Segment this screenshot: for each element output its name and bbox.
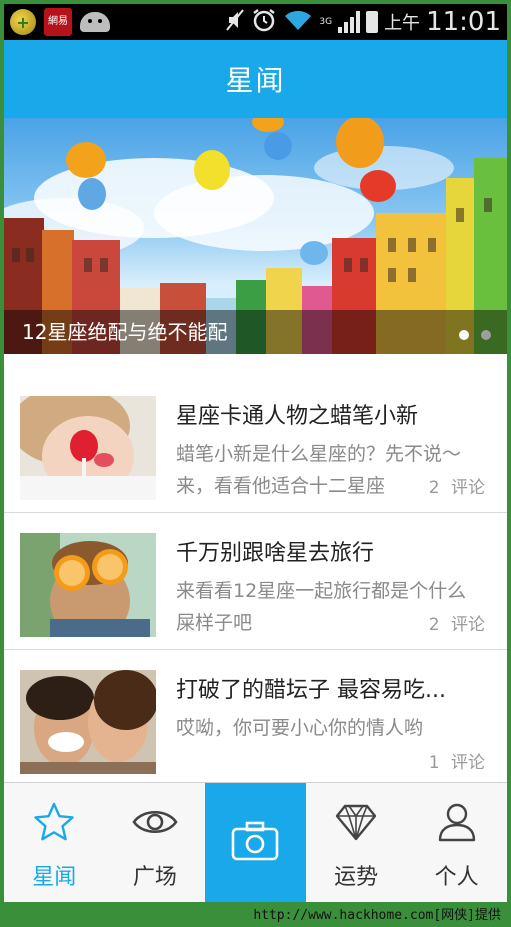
list-item[interactable]: 千万别跟啥星去旅行 来看看12星座一起旅行都是个什么屎样子吧 2 评论 (4, 513, 507, 650)
carousel-indicators (459, 330, 491, 340)
phone-screen: + 網易 3G 上午 11:01 星闻 12星座绝配与绝不能配 星座卡通人物之蜡… (4, 4, 507, 902)
tab-label: 广场 (132, 865, 177, 890)
eye-icon (131, 801, 179, 847)
wifi-icon (283, 8, 313, 37)
watermark-bar: http://www.hackhome.com[网侠]提供 (0, 902, 511, 927)
carousel-dot (481, 330, 491, 340)
article-thumbnail (20, 670, 156, 774)
comment-count: 2 评论 (428, 615, 485, 635)
banner-caption: 12星座绝配与绝不能配 (4, 310, 507, 354)
comment-count: 1 评论 (428, 753, 485, 773)
app-header: 星闻 (4, 40, 507, 118)
article-title: 打破了的醋坛子 最容易吃... (176, 678, 446, 703)
clock: 11:01 (426, 7, 501, 37)
status-bar: + 網易 3G 上午 11:01 (4, 4, 507, 40)
article-thumbnail (20, 396, 156, 500)
battery-icon (366, 11, 379, 33)
article-thumbnail (20, 533, 156, 637)
article-list: 星座卡通人物之蜡笔小新 蜡笔小新是什么星座的？先不说～来，看看他适合十二星座 2… (4, 376, 507, 787)
comment-count: 2 评论 (428, 478, 485, 498)
tab-label: 星闻 (32, 865, 77, 890)
person-icon (436, 801, 478, 847)
article-title: 星座卡通人物之蜡笔小新 (176, 404, 419, 429)
tab-label: 运势 (334, 865, 379, 890)
star-icon (33, 801, 75, 847)
diamond-icon (335, 801, 377, 847)
page-title: 星闻 (225, 64, 286, 97)
list-item[interactable]: 星座卡通人物之蜡笔小新 蜡笔小新是什么星座的？先不说～来，看看他适合十二星座 2… (4, 376, 507, 513)
watermark-text: http://www.hackhome.com[网侠]提供 (253, 908, 501, 923)
alarm-icon (251, 7, 277, 38)
tab-fortune[interactable]: 运势 (306, 783, 407, 902)
list-item[interactable]: 打破了的醋坛子 最容易吃... 哎呦，你可要小心你的情人哟 1 评论 (4, 650, 507, 787)
bottom-tab-bar: 星闻 广场 运势 个人 (4, 782, 507, 902)
tab-label: 个人 (434, 865, 479, 890)
signal-icon (338, 11, 361, 33)
carousel-dot (459, 330, 469, 340)
android-icon (80, 12, 110, 32)
mute-icon (225, 8, 245, 37)
tab-profile[interactable]: 个人 (406, 783, 507, 902)
network-type: 3G (319, 16, 333, 27)
netease-icon: 網易 (44, 8, 72, 36)
tab-square[interactable]: 广场 (105, 783, 206, 902)
camera-icon (230, 820, 280, 866)
camera-button[interactable] (205, 783, 306, 902)
app-icon: + (10, 9, 36, 35)
article-title: 千万别跟啥星去旅行 (176, 541, 375, 566)
am-pm: 上午 (384, 13, 421, 34)
tab-news[interactable]: 星闻 (4, 783, 105, 902)
banner-carousel[interactable]: 12星座绝配与绝不能配 (4, 118, 507, 354)
